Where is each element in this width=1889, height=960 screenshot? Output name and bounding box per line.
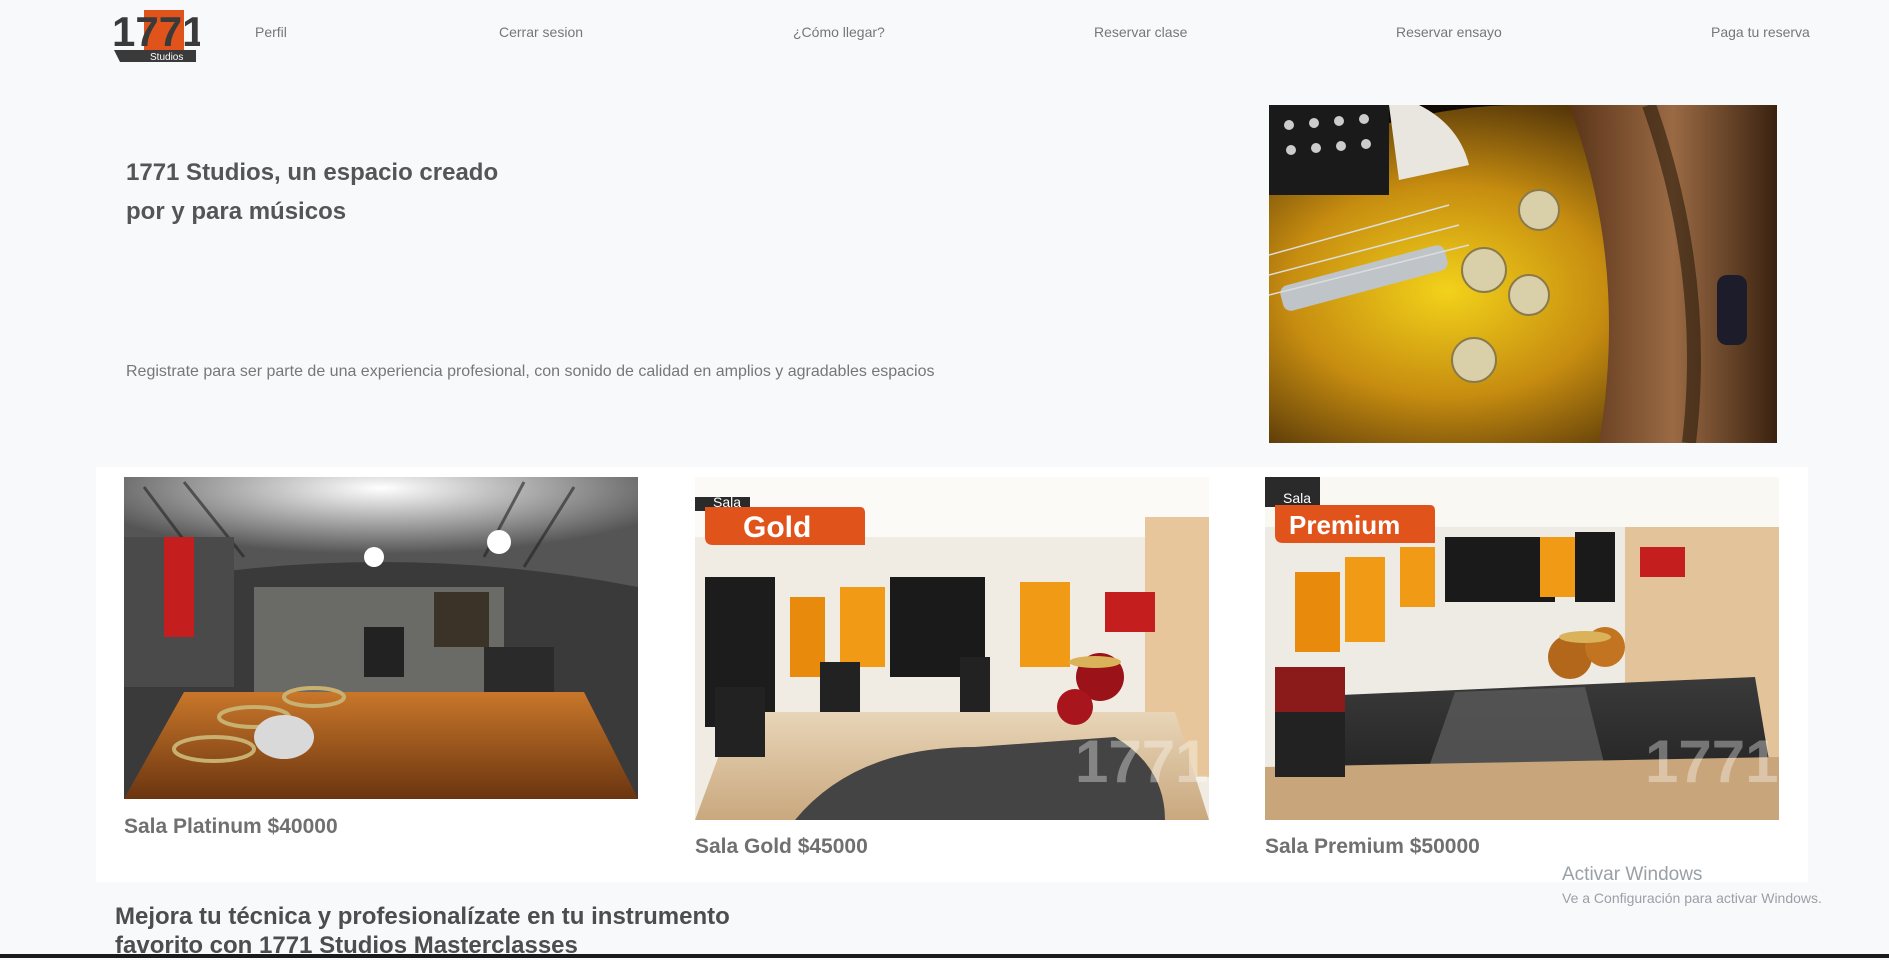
room-photo-gold: Sala Gold 1771 xyxy=(695,477,1209,820)
rooms-section: Sala Platinum $40000 Sala Gold 1771 Sala… xyxy=(96,467,1808,882)
badge-premium-label: Premium xyxy=(1289,510,1400,540)
top-navbar: 1771 Studios Perfil Cerrar sesion ¿Cómo … xyxy=(0,0,1889,66)
room-name-premium: Sala Premium $50000 xyxy=(1265,835,1480,858)
logo-number: 1771 xyxy=(112,8,200,55)
room-photo-premium: Sala Premium 1771 xyxy=(1265,477,1779,820)
bottom-edge-bar xyxy=(0,954,1889,958)
logo-sub: Studios xyxy=(150,52,183,62)
nav-paga-reserva[interactable]: Paga tu reserva xyxy=(1711,24,1810,40)
guitar-photo xyxy=(1269,105,1777,443)
watermark-line2: Ve a Configuración para activar Windows. xyxy=(1562,890,1822,906)
masterclass-title: Mejora tu técnica y profesionalízate en … xyxy=(115,903,730,959)
hero-subtitle: Registrate para ser parte de una experie… xyxy=(126,363,935,380)
nav-cerrar-sesion[interactable]: Cerrar sesion xyxy=(499,24,583,40)
nav-reservar-ensayo[interactable]: Reservar ensayo xyxy=(1396,24,1502,40)
badge-sala-premium: Sala xyxy=(1283,490,1311,506)
room-photo-platinum xyxy=(124,477,638,799)
badge-gold-label: Gold xyxy=(743,511,811,544)
studio-logo[interactable]: 1771 Studios xyxy=(110,6,205,63)
hero-title: 1771 Studios, un espacio creado por y pa… xyxy=(126,159,499,225)
windows-activation-watermark: Activar Windows Ve a Configuración para … xyxy=(1562,864,1822,906)
room-name-gold: Sala Gold $45000 xyxy=(695,835,868,858)
nav-perfil[interactable]: Perfil xyxy=(255,24,287,40)
room-name-platinum: Sala Platinum $40000 xyxy=(124,815,338,838)
svg-text:1771: 1771 xyxy=(1645,728,1778,795)
nav-como-llegar[interactable]: ¿Cómo llegar? xyxy=(793,24,885,40)
svg-text:1771: 1771 xyxy=(1075,728,1208,795)
watermark-line1: Activar Windows xyxy=(1562,864,1703,885)
nav-reservar-clase[interactable]: Reservar clase xyxy=(1094,24,1187,40)
